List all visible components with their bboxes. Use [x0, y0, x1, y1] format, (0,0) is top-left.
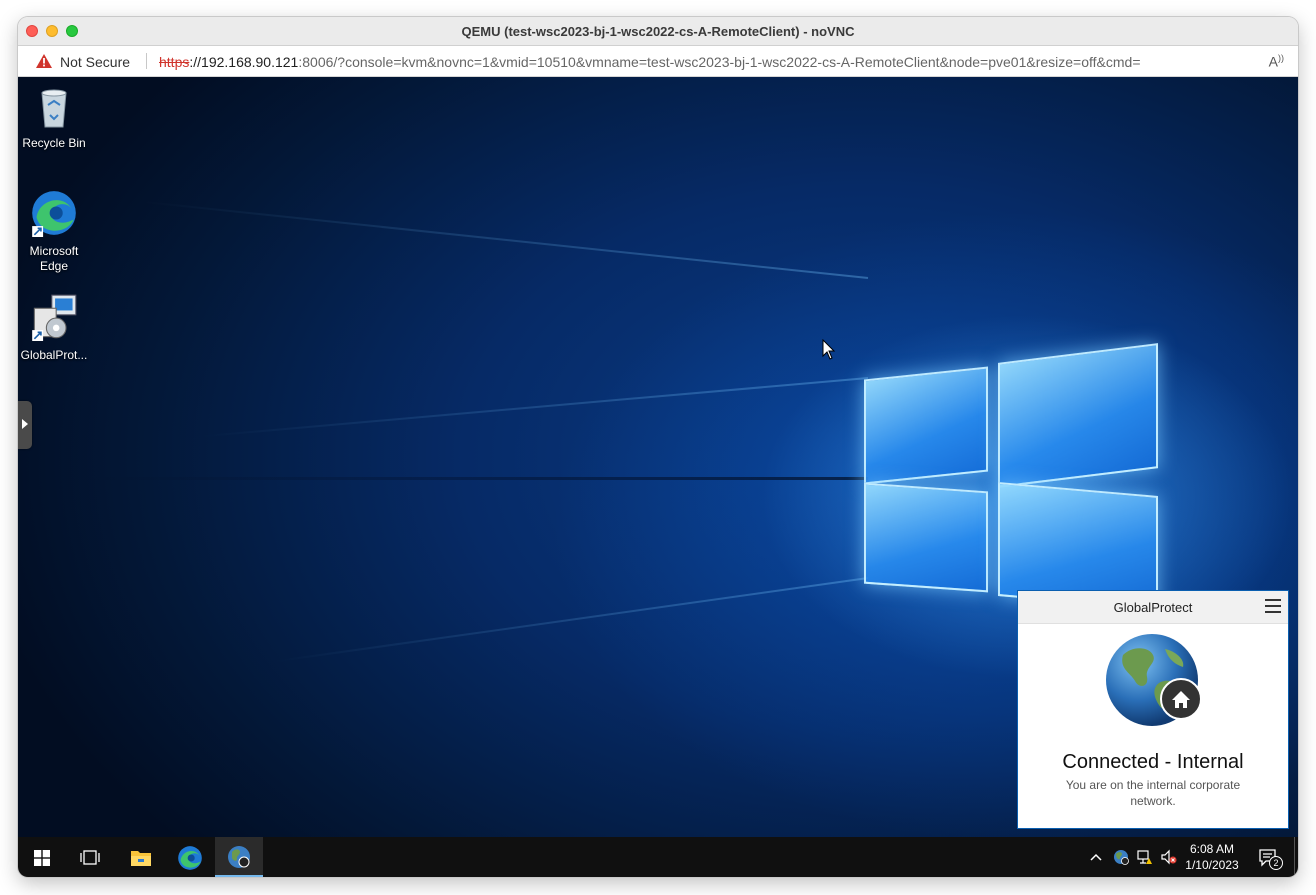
mouse-cursor-icon — [822, 339, 836, 360]
chevron-up-icon[interactable] — [1088, 849, 1104, 865]
file-explorer-button[interactable] — [117, 837, 165, 877]
window-title: QEMU (test-wsc2023-bj-1-wsc2022-cs-A-Rem… — [461, 24, 855, 39]
task-view-button[interactable] — [66, 837, 114, 877]
start-button[interactable] — [18, 837, 66, 877]
title-bar: QEMU (test-wsc2023-bj-1-wsc2022-cs-A-Rem… — [18, 17, 1298, 46]
globalprotect-taskbar-button[interactable] — [215, 837, 263, 877]
start-icon — [34, 850, 50, 866]
globalprotect-icon — [228, 846, 250, 868]
show-desktop-button[interactable] — [1294, 837, 1295, 877]
edge-taskbar-button[interactable] — [166, 837, 214, 877]
logo-pane-top-right — [998, 343, 1158, 488]
url-path: :8006/?console=kvm&novnc=1&vmid=10510&vm… — [298, 54, 1141, 70]
read-aloud-icon[interactable]: A)) — [1269, 53, 1284, 70]
hamburger-menu-icon[interactable] — [1265, 599, 1281, 613]
file-explorer-icon — [131, 851, 151, 866]
network-icon[interactable] — [1137, 849, 1153, 865]
novnc-sidebar-toggle[interactable] — [18, 401, 32, 449]
clock-date: 1/10/2023 — [1185, 858, 1239, 872]
taskbar: 6:08 AM 1/10/2023 2 — [18, 837, 1298, 877]
connection-description: You are on the internal corporate networ… — [1065, 778, 1241, 808]
logo-pane-top-left — [864, 366, 988, 485]
notification-count-badge: 2 — [1269, 856, 1283, 870]
globalprotect-title: GlobalProtect — [1113, 600, 1193, 615]
globalprotect-tray-icon[interactable] — [1113, 849, 1129, 865]
address-bar[interactable]: Not Secure https://192.168.90.121:8006/?… — [18, 46, 1298, 77]
browser-window: QEMU (test-wsc2023-bj-1-wsc2022-cs-A-Rem… — [18, 17, 1298, 877]
vm-desktop[interactable]: Recycle Bin Microsoft Edge GlobalProt...… — [18, 77, 1298, 837]
desktop-icon-label: Recycle Bin — [22, 136, 86, 150]
warning-icon — [36, 54, 52, 68]
clock-time: 6:08 AM — [1189, 842, 1235, 856]
logo-pane-bottom-left — [864, 482, 988, 593]
url-field[interactable]: https://192.168.90.121:8006/?console=kvm… — [159, 54, 1249, 70]
system-clock[interactable]: 6:08 AM 1/10/2023 — [1181, 841, 1243, 873]
expand-arrow-icon — [22, 419, 28, 429]
task-view-icon — [80, 850, 100, 865]
globalprotect-header: GlobalProtect — [1018, 591, 1288, 624]
home-network-icon — [1160, 678, 1202, 720]
volume-muted-icon[interactable] — [1161, 849, 1177, 865]
desktop-icon-recycle-bin[interactable]: Recycle Bin — [18, 85, 92, 151]
desktop-icon-edge[interactable]: Microsoft Edge — [18, 189, 92, 274]
recycle-bin-icon — [41, 89, 67, 128]
globalprotect-panel: GlobalProtect Connected - Internal You a… — [1017, 590, 1289, 829]
installer-icon — [32, 294, 77, 341]
desktop-icon-label: Microsoft Edge — [29, 244, 79, 273]
desktop-icon-globalprotect-installer[interactable]: GlobalProt... — [18, 293, 92, 363]
desktop-icon-label: GlobalProt... — [20, 348, 88, 362]
connection-status: Connected - Internal — [1062, 751, 1244, 773]
action-center-button[interactable]: 2 — [1258, 847, 1283, 870]
url-host: ://192.168.90.121 — [189, 54, 299, 70]
edge-icon — [178, 846, 202, 870]
not-secure-label[interactable]: Not Secure — [60, 54, 130, 70]
edge-icon — [32, 191, 76, 237]
url-scheme: https — [159, 54, 190, 70]
address-separator — [146, 53, 147, 69]
